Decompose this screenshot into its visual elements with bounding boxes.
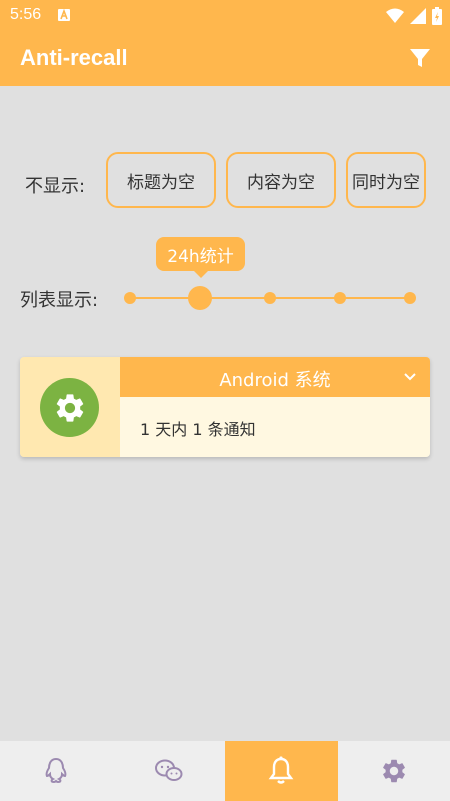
bell-icon (268, 756, 294, 784)
status-icons (386, 7, 442, 25)
nav-tab-settings[interactable] (338, 741, 450, 801)
app-notification-card[interactable]: Android 系统 1 天内 1 条通知 (20, 357, 430, 457)
status-time: 5:56 (10, 6, 42, 23)
qq-icon (45, 757, 67, 784)
slider-step[interactable] (404, 292, 416, 304)
settings-icon (382, 759, 405, 783)
bottom-nav (0, 741, 450, 801)
wifi-icon (386, 8, 404, 23)
slider-step[interactable] (334, 292, 346, 304)
card-body: 1 天内 1 条通知 (120, 397, 430, 457)
card-app-name: Android 系统 (219, 370, 331, 391)
card-header[interactable]: Android 系统 (120, 357, 430, 397)
slider-step[interactable] (264, 292, 276, 304)
settings-gear-icon (40, 378, 99, 437)
slider-tooltip: 24h统计 (156, 237, 245, 278)
slider-step[interactable] (124, 292, 136, 304)
status-bar: 5:56 (0, 0, 450, 32)
app-bar: Anti-recall (0, 32, 450, 86)
list-display-slider[interactable] (124, 286, 416, 310)
hide-option-title-empty[interactable]: 标题为空 (106, 152, 216, 208)
wechat-icon (154, 759, 183, 781)
hide-label: 不显示: (25, 176, 86, 197)
notification-icon (58, 9, 70, 21)
app-title: Anti-recall (20, 45, 128, 70)
card-icon-area (20, 357, 120, 457)
card-notification-count: 1 天内 1 条通知 (140, 420, 256, 439)
hide-option-content-empty[interactable]: 内容为空 (226, 152, 336, 208)
signal-icon (410, 8, 426, 24)
nav-tab-qq[interactable] (0, 741, 113, 801)
list-display-label: 列表显示: (20, 290, 99, 311)
battery-icon (432, 7, 442, 25)
nav-tab-notifications[interactable] (225, 741, 338, 801)
slider-thumb[interactable] (188, 286, 212, 310)
hide-option-both-empty[interactable]: 同时为空 (346, 152, 426, 208)
filter-icon[interactable] (408, 46, 432, 70)
nav-tab-wechat[interactable] (113, 741, 226, 801)
chevron-down-icon[interactable] (402, 369, 418, 385)
